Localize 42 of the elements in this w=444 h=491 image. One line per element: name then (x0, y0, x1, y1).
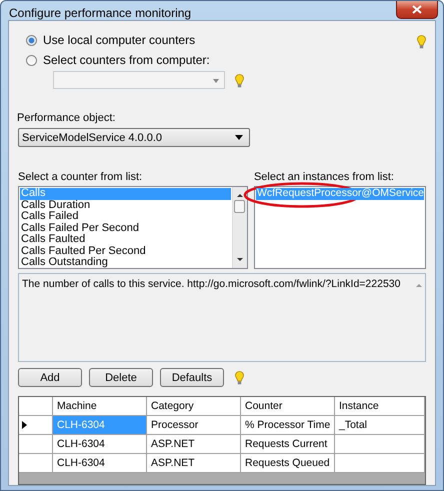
action-button[interactable]: Delete (89, 368, 153, 387)
column-header[interactable]: Category (147, 397, 241, 416)
action-button[interactable]: Defaults (160, 368, 224, 387)
radio-button[interactable] (26, 54, 37, 66)
close-button[interactable] (396, 1, 438, 19)
list-label: Select an instances from list: (254, 171, 395, 184)
table-cell: ASP.NET (147, 435, 241, 454)
column-header[interactable]: Counter (241, 397, 335, 416)
lightbulb-icon (235, 370, 244, 384)
current-row-icon (22, 421, 27, 429)
list-item[interactable]: Calls Failed (20, 211, 231, 222)
table-cell: Processor (147, 416, 241, 435)
list-item[interactable]: Calls Faulted Per Second (20, 246, 231, 257)
window-title: Configure performance monitoring (8, 5, 192, 20)
list-item[interactable]: Calls Faulted (20, 234, 231, 246)
column-header[interactable]: Machine (53, 397, 147, 416)
table-cell: ASP.NET (147, 454, 241, 473)
table-cell: CLH-6304 (53, 416, 147, 435)
close-icon (412, 5, 422, 14)
list-item[interactable]: Calls Duration (20, 200, 231, 211)
table-cell: Requests Current (241, 435, 335, 454)
lightbulb-icon (417, 35, 426, 49)
lightbulb-icon (235, 74, 244, 88)
radio-option[interactable]: Use local computer counters (26, 33, 210, 47)
scrollbar[interactable] (232, 187, 247, 268)
radio-label: Use local computer counters (43, 33, 196, 47)
performance-object-dropdown[interactable]: ServiceModelService 4.0.0.0 (18, 128, 250, 147)
table-cell: _Total (335, 416, 425, 435)
column-header[interactable]: Instance (335, 397, 425, 416)
table-cell: CLH-6304 (53, 454, 147, 473)
table-cell: Requests Queued (241, 454, 335, 473)
list-item[interactable]: Calls Outstanding (20, 257, 231, 268)
field-label: Performance object: (17, 112, 116, 125)
list-item[interactable]: Calls Failed Per Second (20, 222, 231, 234)
table-cell: CLH-6304 (53, 435, 147, 454)
table-cell: % Processor Time (241, 416, 335, 435)
action-button[interactable]: Add (18, 368, 82, 387)
description-text: The number of calls to this service. http://go.microsoft.com/fwlink/?LinkId=222530 (22, 278, 400, 290)
list-label: Select a counter from list: (18, 171, 144, 184)
description-text-area[interactable]: The number of calls to this service. http://go.microsoft.com/fwlink/?LinkId=222530 (18, 273, 426, 362)
radio-button[interactable] (26, 34, 37, 46)
row-header[interactable] (19, 416, 53, 435)
